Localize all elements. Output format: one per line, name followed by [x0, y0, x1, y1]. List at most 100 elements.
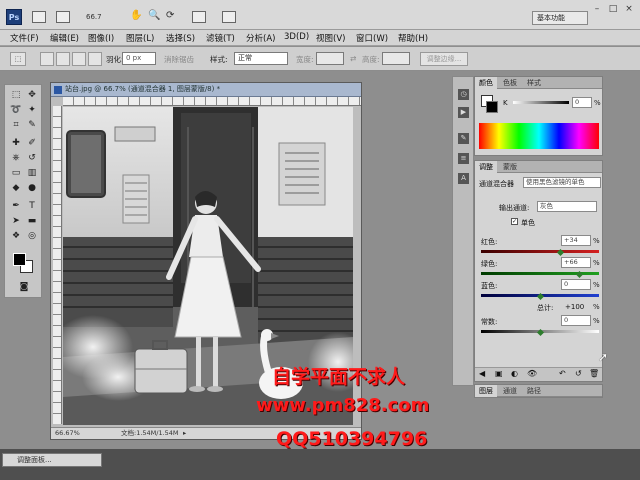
document-title: 站台.jpg @ 66.7% (通道混合器 1, 图层蒙版/8) * — [65, 85, 221, 93]
zoom-level-dropdown[interactable]: 66.7 — [86, 13, 102, 21]
taskbar-app-button[interactable]: 调整面板... — [2, 453, 102, 467]
color-spectrum-bar[interactable] — [479, 123, 599, 149]
style-select[interactable]: 正常 — [234, 52, 288, 65]
document-tab[interactable]: 站台.jpg @ 66.7% (通道混合器 1, 图层蒙版/8) * — [51, 83, 361, 97]
magic-wand-icon[interactable]: ✦ — [25, 104, 39, 117]
minimize-icon[interactable]: – — [590, 3, 604, 15]
k-slider[interactable] — [513, 101, 569, 104]
preset-select[interactable]: 使用黑色滤镜的单色 — [523, 177, 601, 188]
view-extras-icon[interactable] — [56, 11, 70, 23]
status-arrow-icon[interactable]: ▸ — [183, 428, 186, 439]
menu-select[interactable]: 选择(S) — [166, 32, 195, 44]
rotate-view-icon[interactable]: ⟳ — [166, 10, 174, 21]
feather-input[interactable]: 0 px — [122, 52, 156, 65]
lasso-tool-icon[interactable]: ➰ — [9, 104, 23, 117]
character-panel-icon[interactable]: A — [458, 173, 469, 184]
tab-swatches[interactable]: 色板 — [499, 77, 521, 89]
new-selection-icon[interactable] — [40, 52, 54, 66]
swap-icon[interactable]: ⇄ — [350, 54, 356, 63]
menu-help[interactable]: 帮助(H) — [398, 32, 428, 44]
menu-analysis[interactable]: 分析(A) — [246, 32, 275, 44]
path-selection-icon[interactable]: ➤ — [9, 215, 23, 228]
menu-window[interactable]: 窗口(W) — [356, 32, 388, 44]
monochrome-checkbox[interactable]: ✓ — [511, 218, 518, 225]
blue-value-input[interactable]: 0 — [561, 279, 591, 290]
3d-rotate-icon[interactable]: ❖ — [9, 230, 23, 243]
style-label: 样式: — [210, 55, 228, 64]
color-panel-bg-swatch[interactable] — [486, 101, 498, 113]
antialias-checkbox[interactable]: 消除锯齿 — [164, 54, 194, 65]
tab-masks[interactable]: 蒙版 — [499, 161, 521, 173]
document-icon — [54, 86, 62, 94]
pen-tool-icon[interactable]: ✒ — [9, 200, 23, 213]
menu-image[interactable]: 图像(I) — [88, 32, 114, 44]
screen-mode-icon[interactable] — [222, 11, 236, 23]
add-selection-icon[interactable] — [56, 52, 70, 66]
clone-stamp-icon[interactable]: ⎈ — [9, 152, 23, 165]
bridge-icon[interactable] — [32, 11, 46, 23]
actions-panel-icon[interactable]: ▶ — [458, 107, 469, 118]
eraser-icon[interactable]: ▭ — [9, 167, 23, 180]
gradient-tool-icon[interactable]: ▥ — [25, 167, 39, 180]
taskbar-app-label: 调整面板... — [17, 456, 52, 464]
tab-channels[interactable]: 通道 — [499, 385, 521, 397]
width-input[interactable] — [316, 52, 344, 65]
return-to-list-icon[interactable]: ◀ — [479, 369, 485, 378]
menu-view[interactable]: 视图(V) — [316, 32, 345, 44]
green-value-input[interactable]: +66 — [561, 257, 591, 268]
refine-edge-button[interactable]: 调整边缘... — [420, 52, 468, 66]
crop-tool-icon[interactable]: ⌗ — [9, 119, 23, 132]
blur-tool-icon[interactable]: ◆ — [9, 182, 23, 195]
subtract-selection-icon[interactable] — [72, 52, 86, 66]
type-tool-icon[interactable]: T — [25, 200, 39, 213]
tab-adjustments[interactable]: 调整 — [475, 161, 497, 173]
menu-3d[interactable]: 3D(D) — [284, 32, 309, 42]
history-brush-icon[interactable]: ↺ — [25, 152, 39, 165]
quick-mask-icon[interactable]: ◙ — [17, 281, 31, 294]
history-panel-icon[interactable]: ◷ — [458, 89, 469, 100]
menu-edit[interactable]: 编辑(E) — [50, 32, 79, 44]
healing-brush-icon[interactable]: ✚ — [9, 137, 23, 150]
output-channel-select[interactable]: 灰色 — [537, 201, 597, 212]
dodge-tool-icon[interactable]: ● — [25, 182, 39, 195]
delete-adjustment-icon[interactable]: 🗑 — [589, 369, 599, 378]
brush-tool-icon[interactable]: ✐ — [25, 137, 39, 150]
tab-color[interactable]: 颜色 — [475, 77, 497, 89]
marquee-tool-preset-icon[interactable]: ⬚ — [10, 52, 26, 66]
red-value-input[interactable]: +34 — [561, 235, 591, 246]
arrange-documents-icon[interactable] — [192, 11, 206, 23]
marquee-tool-icon[interactable]: ⬚ — [9, 89, 23, 102]
shape-tool-icon[interactable]: ▬ — [25, 215, 39, 228]
menu-bar: 文件(F) 编辑(E) 图像(I) 图层(L) 选择(S) 滤镜(T) 分析(A… — [0, 30, 640, 46]
zoom-tool-icon[interactable]: 🔍 — [148, 10, 160, 21]
hand-tool-icon[interactable]: ✋ — [130, 10, 142, 21]
k-value-input[interactable]: 0 — [572, 97, 592, 108]
intersect-selection-icon[interactable] — [88, 52, 102, 66]
eyedropper-icon[interactable]: ✎ — [25, 119, 39, 132]
previous-state-icon[interactable]: ↶ — [559, 369, 566, 378]
reset-icon[interactable]: ↺ — [575, 369, 582, 378]
tools-panel: ⬚ ✥ ➰ ✦ ⌗ ✎ ✚ ✐ ⎈ ↺ ▭ ▥ ◆ ● ✒ T ➤ ▬ ❖ ◎ … — [4, 84, 42, 298]
workspace-switcher[interactable]: 基本功能 — [532, 11, 588, 25]
expand-view-icon[interactable]: ▣ — [495, 369, 503, 378]
visibility-icon[interactable]: 👁 — [527, 369, 537, 378]
menu-filter[interactable]: 滤镜(T) — [206, 32, 235, 44]
menu-file[interactable]: 文件(F) — [10, 32, 39, 44]
tab-layers[interactable]: 图层 — [475, 385, 497, 397]
brushes-panel-icon[interactable]: ≡ — [458, 153, 469, 164]
tool-presets-icon[interactable]: ✎ — [458, 133, 469, 144]
menu-layer[interactable]: 图层(L) — [126, 32, 154, 44]
move-tool-icon[interactable]: ✥ — [25, 89, 39, 102]
constant-value-input[interactable]: 0 — [561, 315, 591, 326]
maximize-icon[interactable]: □ — [606, 3, 620, 15]
tab-paths[interactable]: 路径 — [523, 385, 545, 397]
clip-layer-icon[interactable]: ◐ — [511, 369, 518, 378]
zoom-percentage[interactable]: 66.67% — [55, 428, 80, 439]
application-bar: Ps 66.7 ✋ 🔍 ⟳ 基本功能 – □ × — [0, 0, 640, 30]
tab-styles[interactable]: 样式 — [523, 77, 545, 89]
3d-orbit-icon[interactable]: ◎ — [25, 230, 39, 243]
height-input[interactable] — [382, 52, 410, 65]
foreground-color-swatch[interactable] — [13, 253, 26, 266]
red-slider[interactable] — [481, 250, 599, 253]
close-icon[interactable]: × — [622, 3, 636, 15]
